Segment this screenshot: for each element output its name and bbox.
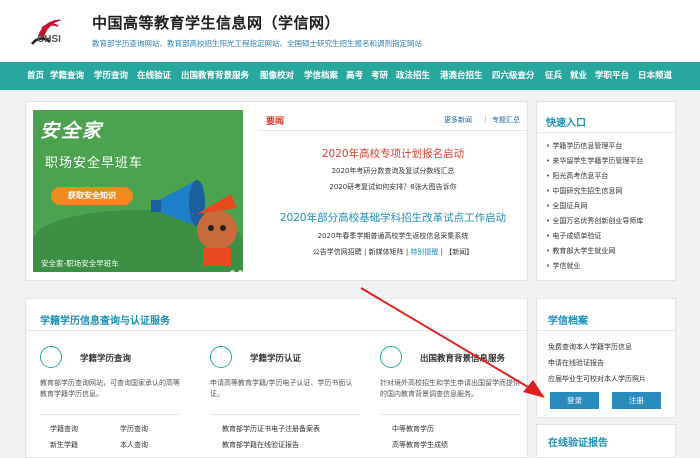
nav-item-degree-query[interactable]: 学历查询 [94,69,128,81]
nav-item-japan-channel[interactable]: 日本频道 [638,69,672,81]
card-title-certify[interactable]: 学籍学历认证 [250,352,301,364]
archive-line: 申请在线验证报告 [548,359,604,367]
nav-item-law-admission[interactable]: 政法招生 [396,69,430,81]
news-divider: | [484,115,487,123]
logo-text: CHSI [37,34,61,45]
quick-link[interactable]: 学籍学历信息管理平台 [546,141,622,151]
services-heading: 学籍学历信息查询与认证服务 [40,316,170,327]
nav-item-kaoyan[interactable]: 考研 [371,69,388,81]
card-title-query[interactable]: 学籍学历查询 [80,352,131,364]
card-desc-certify: 申请高等教育学籍/学历电子认证、学历书面认证。 [210,379,353,398]
site-header: CHSI 中国高等教育学生信息网（学信网） 教育部学历查询网站、教育部高校招生阳… [0,0,700,62]
register-button[interactable]: 注册 [612,392,661,409]
banner-subtitle: 职场安全早班车 [45,156,144,171]
link-degree-query[interactable]: 学历查询 [120,424,148,434]
nav-item-employment[interactable]: 就业 [570,69,587,81]
chsi-logo[interactable] [28,10,84,56]
link-self-query[interactable]: 本人查询 [120,440,148,450]
nav-item-overseas-service[interactable]: 出国教育背景服务 [181,69,249,81]
news-item-links[interactable]: 公告学信网招聘 | 新媒体矩阵 | 特别提醒 | 【新闻】 [258,247,528,257]
banner-title: 安全家 [40,120,104,142]
main-nav: 首页 学籍查询 学历查询 在线验证 出国教育背景服务 图像校对 学信档案 高考 … [0,62,700,90]
red-arrow-icon [360,287,545,398]
nav-item-cet-score[interactable]: 四六级查分 [492,69,535,81]
topics-link[interactable]: 专题汇总 [492,115,520,125]
news-item[interactable]: 2020研考复试如何安排？8张大图告诉你 [258,182,528,192]
nav-item-conscription[interactable]: 征兵 [545,69,562,81]
news-item[interactable]: 2020年春季学期普通高校学生返校信息采集系统 [258,231,528,241]
card-desc-query: 教育部学历查询网站，可查询国家承认的高等教育学籍学历信息。 [40,379,180,398]
archive-line: 应届毕业生可校对本人学历照片 [548,375,646,383]
quick-link[interactable]: 来华留学生学籍学历管理平台 [546,156,643,166]
site-title: 中国高等教育学生信息网（学信网） [92,14,341,32]
quick-link[interactable]: 中国研究生招生信息网 [546,186,622,196]
nav-item-online-verify[interactable]: 在线验证 [137,69,171,81]
nav-item-photo-check[interactable]: 图像校对 [260,69,294,81]
quick-link[interactable]: 全国征兵网 [546,201,587,211]
card-divider [40,414,180,415]
archive-divider [537,330,675,331]
link-secondary-education[interactable]: 中等教育学历 [392,424,434,434]
quick-link[interactable]: 电子成绩单验证 [546,231,601,241]
quick-link[interactable]: 教育部大学生就业网 [546,246,615,256]
headline-special-plan[interactable]: 2020年高校专项计划报名启动 [258,146,528,161]
news-item[interactable]: 2020年考研分数查询及复试分数线汇总 [258,166,528,176]
nav-item-career-platform[interactable]: 学职平台 [595,69,629,81]
nav-item-home[interactable]: 首页 [27,69,44,81]
carousel-dots[interactable] [227,260,243,272]
nav-item-hmt-admission[interactable]: 港澳台招生 [440,69,483,81]
quick-link[interactable]: 全国万名优秀创新创业导师库 [546,216,643,226]
more-news-link[interactable]: 更多新闻 [444,115,472,125]
certificate-icon [210,346,232,368]
quick-entry-heading: 快速入口 [546,118,586,129]
banner-caption: 安全家-职场安全早班车 [41,259,119,268]
verify-heading: 在线验证报告 [548,438,608,449]
nav-item-archive[interactable]: 学信档案 [304,69,338,81]
card-divider [210,414,360,415]
quick-divider [537,132,675,133]
login-button[interactable]: 登录 [550,392,599,409]
quick-link[interactable]: 阳光高考信息平台 [546,171,608,181]
banner-button[interactable]: 获取安全知识 [51,187,133,205]
nav-item-enrollment-query[interactable]: 学籍查询 [50,69,84,81]
link-electronic-register[interactable]: 教育部学历证书电子注册备案表 [222,424,320,434]
search-icon [40,346,62,368]
link-new-student[interactable]: 新生学籍 [50,440,78,450]
nav-item-gaokao[interactable]: 高考 [346,69,363,81]
headline-basic-disciplines[interactable]: 2020年部分高校基础学科招生改革试点工作启动 [258,210,528,225]
link-higher-education-grades[interactable]: 高等教育学生成绩 [392,440,448,450]
quick-link[interactable]: 学信就业 [546,261,580,271]
site-subtitle: 教育部学历查询网站、教育部高校招生阳光工程指定网站、全国硕士研究生招生报名和调剂… [92,39,422,48]
archive-line: 免费查询本人学籍学历信息 [548,343,632,351]
news-divider-line [258,130,528,131]
promo-banner[interactable]: 安全家 职场安全早班车 获取安全知识 安全家-职场安全早班车 [33,110,243,272]
link-enrollment-query[interactable]: 学籍查询 [50,424,78,434]
megaphone-mascot-icon [151,180,237,266]
news-heading: 要闻 [266,117,285,127]
link-online-verify-report[interactable]: 教育部学籍在线验证报告 [222,440,299,450]
card-divider [380,414,520,415]
